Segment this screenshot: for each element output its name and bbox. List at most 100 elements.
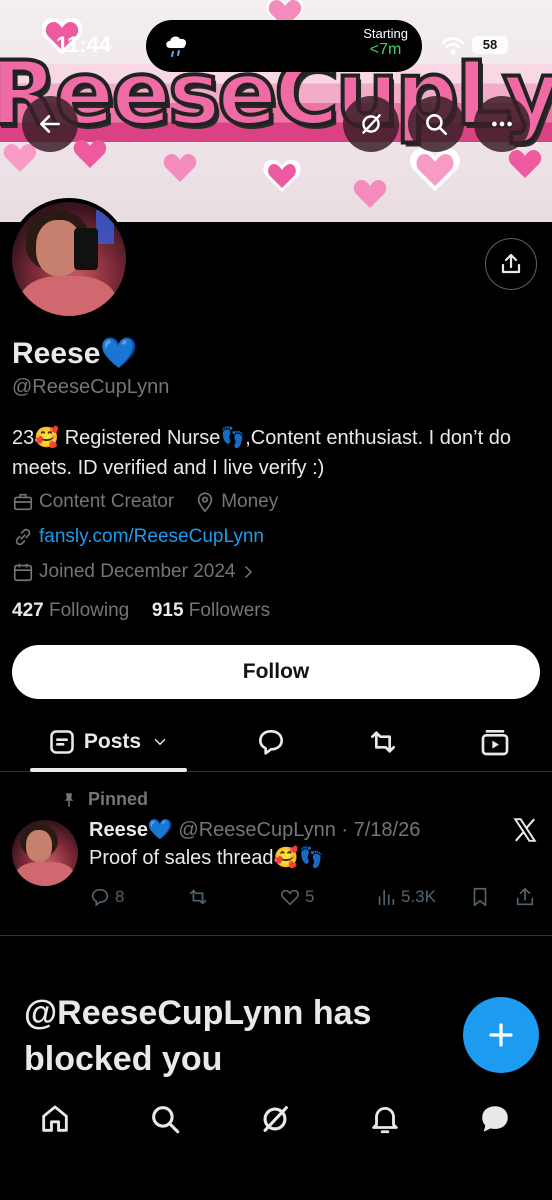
profile-joined[interactable]: Joined December 2024: [12, 559, 262, 585]
heart-decoration: [160, 150, 200, 186]
bookmark-button[interactable]: [469, 884, 495, 910]
share-profile-button[interactable]: [485, 238, 537, 290]
profile-bio: 23🥰 Registered Nurse👣,Content enthusiast…: [12, 427, 511, 479]
tab-replies[interactable]: [255, 726, 287, 758]
like-count: 5: [305, 887, 315, 906]
views-button[interactable]: 5.3K: [375, 884, 436, 910]
status-time: 11:44: [56, 32, 112, 57]
live-activity-title: Starting: [363, 26, 408, 41]
media-icon: [481, 730, 509, 756]
following-label: Following: [48, 600, 130, 621]
profile-tabs: Posts: [0, 712, 552, 772]
tab-posts-label: Posts: [83, 730, 142, 753]
ellipsis-icon: [492, 121, 512, 127]
blocked-message: @ReeseCupLynn has blocked you: [24, 994, 372, 1078]
reply-count: 8: [115, 887, 125, 906]
post-actions: 8 5 5.3K: [89, 884, 539, 910]
briefcase-icon: [13, 493, 33, 511]
followers-link[interactable]: 915 Followers: [152, 600, 270, 621]
avatar-image: [12, 202, 126, 316]
back-button[interactable]: [22, 96, 78, 152]
nav-search[interactable]: [148, 1102, 182, 1136]
arrow-left-icon: [40, 115, 60, 133]
heart-icon: [281, 889, 299, 906]
chevron-right-icon: [245, 566, 253, 578]
nav-messages[interactable]: [478, 1102, 512, 1136]
notifications-icon: [372, 1107, 398, 1134]
location-pin-icon: [197, 492, 213, 513]
grok-icon: [263, 1106, 288, 1132]
post-share-button[interactable]: [514, 884, 540, 910]
repost-button[interactable]: [187, 884, 213, 910]
post-avatar[interactable]: [12, 820, 78, 886]
tab-posts[interactable]: Posts: [30, 712, 187, 772]
bottom-navigation: [0, 1092, 552, 1148]
follow-button[interactable]: Follow: [12, 645, 540, 699]
reposts-icon: [371, 731, 395, 753]
live-activity-value: <7m: [369, 41, 402, 59]
messages-icon: [482, 1106, 508, 1132]
nav-grok[interactable]: [258, 1102, 292, 1136]
heart-decoration: [262, 158, 302, 194]
grok-button[interactable]: [343, 96, 399, 152]
location-label: Money: [221, 491, 279, 512]
plus-icon: [489, 1023, 513, 1047]
website-link[interactable]: fansly.com/ReeseCupLynn: [39, 526, 264, 548]
heart-decoration: [350, 176, 390, 212]
profile-website[interactable]: fansly.com/ReeseCupLynn: [12, 524, 264, 550]
live-activity-label: Starting <7m: [363, 26, 408, 59]
nav-home[interactable]: [38, 1102, 72, 1136]
followers-label: Followers: [188, 600, 271, 621]
share-icon: [516, 887, 534, 906]
profile-name: Reese: [12, 337, 101, 370]
grok-slash-icon: [362, 114, 381, 134]
pinned-indicator: Pinned: [60, 789, 148, 810]
followers-count: 915: [151, 600, 184, 621]
share-icon: [501, 253, 521, 274]
wifi-icon: [441, 37, 465, 55]
profile-avatar[interactable]: [8, 198, 130, 320]
following-link[interactable]: 427 Following: [12, 600, 129, 621]
profile-category: Content Creator Money: [12, 489, 278, 515]
nav-notifications[interactable]: [368, 1102, 402, 1136]
more-button[interactable]: [474, 96, 530, 152]
dynamic-island[interactable]: Starting <7m: [146, 20, 422, 72]
search-button[interactable]: [408, 96, 464, 152]
reply-icon: [91, 888, 109, 907]
post-author-name[interactable]: Reese💙: [89, 819, 173, 841]
following-count: 427: [12, 600, 44, 621]
post-handle-date: @ReeseCupLynn · 7/18/26: [178, 819, 421, 841]
pin-icon: [64, 792, 74, 807]
compose-button[interactable]: [463, 997, 539, 1073]
search-icon: [426, 114, 448, 136]
home-icon: [42, 1105, 68, 1132]
x-logo-icon: [513, 818, 537, 842]
battery-indicator: 58: [472, 36, 508, 54]
reply-button[interactable]: 8: [89, 884, 124, 910]
repost-icon: [189, 889, 207, 905]
post-header: Reese💙 @ReeseCupLynn · 7/18/26: [89, 817, 420, 842]
category-label: Content Creator: [39, 491, 175, 512]
link-icon: [15, 528, 31, 546]
post-divider: [0, 935, 552, 936]
posts-icon: [50, 730, 74, 754]
profile-handle: @ReeseCupLynn: [12, 376, 170, 398]
heart-decoration: [505, 146, 545, 182]
chevron-down-icon: [154, 739, 166, 746]
rain-cloud-icon: [166, 36, 187, 57]
tab-active-indicator: [30, 768, 187, 772]
replies-icon: [259, 730, 283, 755]
tab-media[interactable]: [479, 726, 511, 758]
follow-counts: 427 Following 915 Followers: [12, 600, 270, 622]
tab-reposts[interactable]: [367, 726, 399, 758]
calendar-icon: [13, 563, 33, 582]
joined-label: Joined December 2024: [39, 561, 236, 582]
like-button[interactable]: 5: [279, 884, 314, 910]
views-chart-icon: [378, 889, 395, 906]
blue-heart-emoji: 💙: [100, 337, 138, 370]
heart-decoration: [408, 146, 462, 194]
view-count: 5.3K: [401, 887, 436, 906]
bookmark-icon: [473, 887, 487, 907]
pinned-label: Pinned: [88, 789, 149, 809]
post-text: Proof of sales thread🥰👣: [89, 847, 324, 869]
